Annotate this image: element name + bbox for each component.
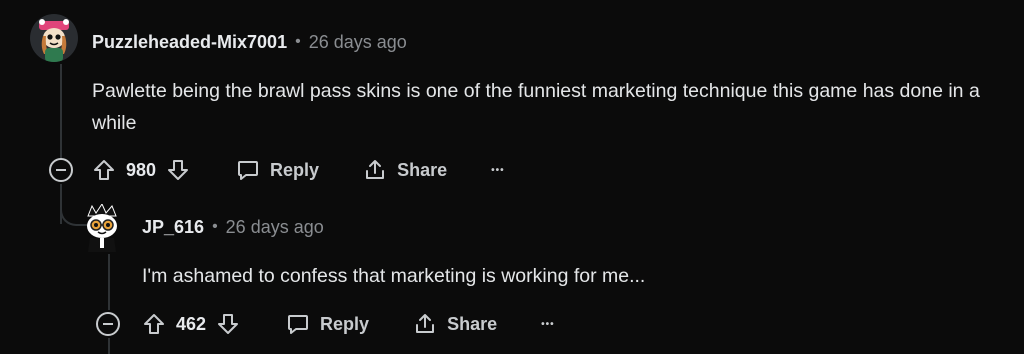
author-name[interactable]: Puzzleheaded-Mix7001	[92, 32, 287, 53]
avatar[interactable]	[82, 204, 122, 252]
timestamp[interactable]: 26 days ago	[309, 32, 407, 53]
reply-label: Reply	[320, 313, 370, 334]
author-name[interactable]: JP_616	[142, 217, 204, 238]
meta-separator: •	[212, 218, 218, 235]
share-icon	[416, 314, 435, 333]
minus-circle-icon	[103, 323, 113, 325]
avatar-puzzleheaded-icon	[30, 14, 78, 62]
vote-score: 980	[126, 159, 157, 180]
share-button[interactable]: Share	[363, 158, 447, 182]
share-button[interactable]: Share	[413, 312, 497, 336]
minus-circle-icon	[56, 169, 66, 171]
comment-actions: 462 Reply Share •••	[142, 307, 555, 341]
more-options-button[interactable]: •••	[541, 319, 555, 330]
arrow-up-icon[interactable]	[142, 312, 166, 336]
arrow-up-icon[interactable]	[92, 158, 116, 182]
more-options-button[interactable]: •••	[491, 165, 505, 176]
comment-body: I'm ashamed to confess that marketing is…	[142, 265, 646, 287]
arrow-down-icon[interactable]	[166, 158, 190, 182]
thread-line-main	[60, 64, 62, 158]
reply-button[interactable]: Reply	[286, 312, 369, 336]
reply-label: Reply	[270, 159, 320, 180]
share-label: Share	[447, 313, 498, 334]
avatar-jp616-icon	[87, 204, 117, 252]
thread-line-reply	[108, 254, 110, 310]
vote-group: 462	[142, 312, 240, 336]
comment-meta: Puzzleheaded-Mix7001 • 26 days ago	[92, 30, 407, 54]
reply-button[interactable]: Reply	[236, 158, 319, 182]
share-icon	[366, 160, 385, 179]
vote-score: 462	[176, 313, 207, 334]
comment-body: Pawlette being the brawl pass skins is o…	[92, 80, 980, 134]
share-label: Share	[397, 159, 448, 180]
meta-separator: •	[295, 33, 301, 50]
thread-line-reply-lower	[108, 338, 110, 354]
timestamp[interactable]: 26 days ago	[226, 217, 324, 238]
comment-meta: JP_616 • 26 days ago	[142, 215, 324, 239]
comment-actions: 980 Reply Share •••	[92, 153, 505, 187]
vote-group: 980	[92, 158, 190, 182]
arrow-down-icon[interactable]	[216, 312, 240, 336]
speech-bubble-icon	[288, 315, 309, 334]
collapse-thread-button[interactable]	[49, 158, 73, 182]
collapse-thread-button[interactable]	[96, 312, 120, 336]
speech-bubble-icon	[238, 161, 259, 180]
avatar[interactable]	[30, 14, 78, 62]
